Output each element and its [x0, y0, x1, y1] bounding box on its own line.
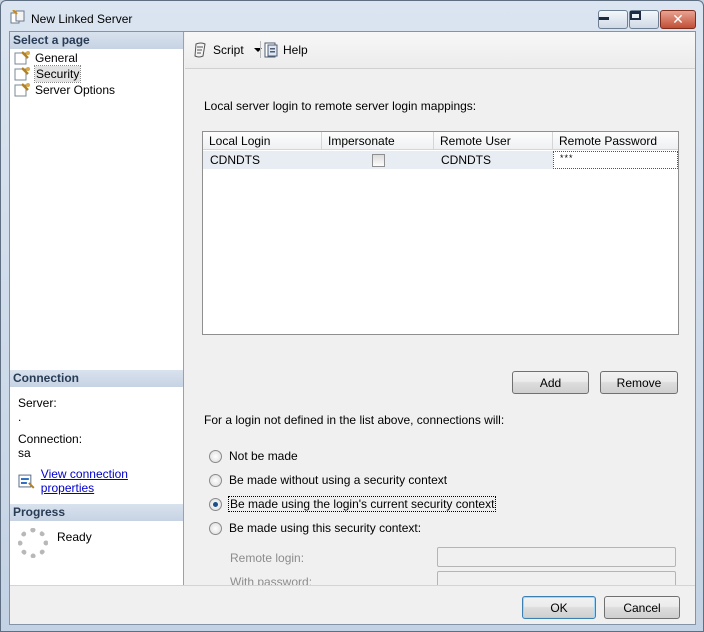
connection-value: sa — [18, 446, 31, 460]
page-item-label: Security — [33, 65, 82, 83]
remote-login-input[interactable] — [437, 547, 676, 567]
page-item-general[interactable]: General — [14, 50, 78, 66]
maximize-icon — [630, 11, 641, 20]
close-icon: ✕ — [672, 11, 684, 28]
cell-remote-user[interactable]: CDNDTS — [434, 151, 491, 169]
window-title: New Linked Server — [31, 12, 133, 26]
page-item-security[interactable]: Security — [14, 65, 82, 83]
table-row[interactable]: CDNDTS CDNDTS *** — [203, 151, 678, 169]
add-button[interactable]: Add — [512, 371, 589, 394]
ok-button[interactable]: OK — [522, 596, 596, 619]
maximize-button[interactable] — [629, 10, 659, 29]
column-header-local-login[interactable]: Local Login — [203, 132, 322, 150]
linked-server-icon — [10, 10, 25, 24]
button-bar: OK Cancel — [10, 585, 695, 624]
help-button[interactable]: Help — [263, 41, 308, 58]
page-item-label: Server Options — [35, 83, 116, 97]
undefined-login-label: For a login not defined in the list abov… — [204, 413, 505, 427]
cell-local-login[interactable]: CDNDTS — [203, 151, 260, 169]
radio-label: Not be made — [229, 449, 298, 463]
security-page: Local server login to remote server logi… — [185, 69, 695, 591]
page-wrench-icon — [14, 83, 30, 97]
column-header-remote-password[interactable]: Remote Password — [553, 132, 678, 150]
login-mappings-grid[interactable]: Local Login Impersonate Remote User Remo… — [202, 131, 679, 335]
grid-header: Local Login Impersonate Remote User Remo… — [203, 132, 678, 150]
radio-button[interactable] — [209, 449, 222, 463]
progress-status: Ready — [57, 530, 92, 544]
script-label: Script — [213, 42, 244, 57]
view-connection-properties[interactable]: View connection properties — [18, 467, 183, 495]
page-item-label: General — [35, 51, 78, 65]
select-page-header: Select a page — [10, 32, 183, 49]
script-icon — [194, 42, 206, 57]
page-wrench-icon — [14, 51, 30, 65]
radio-button-selected[interactable] — [209, 497, 222, 511]
column-header-impersonate[interactable]: Impersonate — [322, 132, 434, 150]
connection-header: Connection — [10, 370, 183, 387]
radio-not-be-made[interactable]: Not be made — [209, 447, 298, 465]
dialog-client-area: Select a page General Security Server Op… — [9, 31, 696, 625]
minimize-button[interactable] — [598, 10, 628, 29]
impersonate-checkbox[interactable] — [372, 154, 385, 167]
title-bar[interactable]: New Linked Server ✕ — [1, 1, 703, 31]
toolbar-separator — [260, 41, 261, 58]
remove-button[interactable]: Remove — [600, 371, 678, 394]
radio-label: Be made using the login's current securi… — [227, 496, 497, 512]
dialog-window: New Linked Server ✕ Select a page Genera… — [0, 0, 704, 632]
minimize-icon — [599, 17, 609, 20]
column-header-remote-user[interactable]: Remote User — [434, 132, 553, 150]
radio-label: Be made using this security context: — [229, 521, 422, 535]
radio-this-security-context[interactable]: Be made using this security context: — [209, 519, 421, 537]
page-wrench-icon — [14, 67, 30, 81]
server-value: . — [18, 410, 22, 424]
view-connection-properties-link[interactable]: View connection properties — [41, 467, 183, 495]
toolbar: Script Help — [185, 32, 695, 69]
connection-label: Connection: — [18, 432, 83, 446]
cell-remote-password[interactable]: *** — [553, 151, 678, 169]
cancel-button[interactable]: Cancel — [604, 596, 680, 619]
progress-header: Progress — [10, 504, 183, 521]
radio-without-security-context[interactable]: Be made without using a security context — [209, 471, 447, 489]
help-label: Help — [283, 42, 308, 57]
radio-label: Be made without using a security context — [229, 473, 448, 487]
script-button[interactable]: Script — [193, 41, 262, 58]
page-item-server-options[interactable]: Server Options — [14, 82, 115, 98]
properties-icon — [18, 474, 35, 489]
radio-button[interactable] — [209, 521, 222, 535]
mappings-label: Local server login to remote server logi… — [204, 99, 477, 113]
help-icon — [264, 42, 278, 57]
left-pane: Select a page General Security Server Op… — [10, 32, 184, 585]
remote-login-label: Remote login: — [230, 551, 305, 565]
radio-current-security-context[interactable]: Be made using the login's current securi… — [209, 495, 497, 513]
radio-button[interactable] — [209, 473, 222, 487]
progress-spinner-icon — [18, 528, 48, 558]
close-button[interactable]: ✕ — [660, 10, 696, 29]
server-label: Server: — [18, 396, 57, 410]
